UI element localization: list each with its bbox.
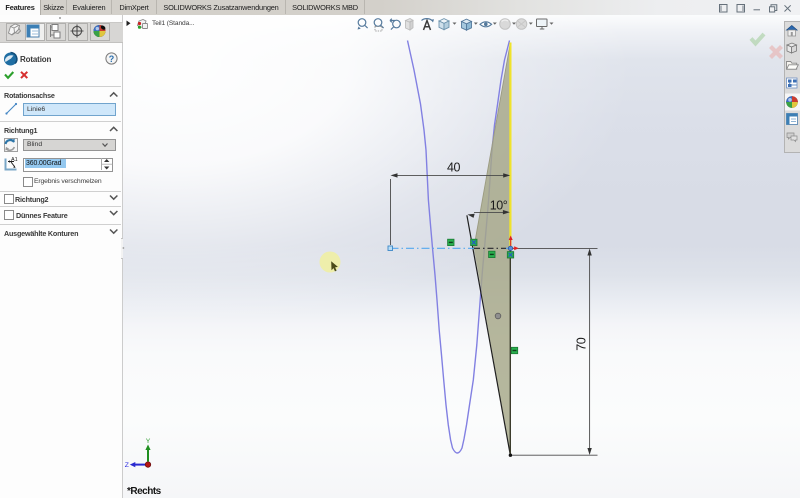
svg-text:Y: Y	[146, 438, 151, 445]
svg-text:?: ?	[109, 54, 115, 64]
svg-text:Z: Z	[125, 462, 129, 469]
svg-text:A1: A1	[11, 157, 18, 163]
svg-text:40: 40	[447, 161, 460, 175]
svg-text:70: 70	[575, 337, 589, 350]
svg-text:10°: 10°	[490, 199, 508, 213]
